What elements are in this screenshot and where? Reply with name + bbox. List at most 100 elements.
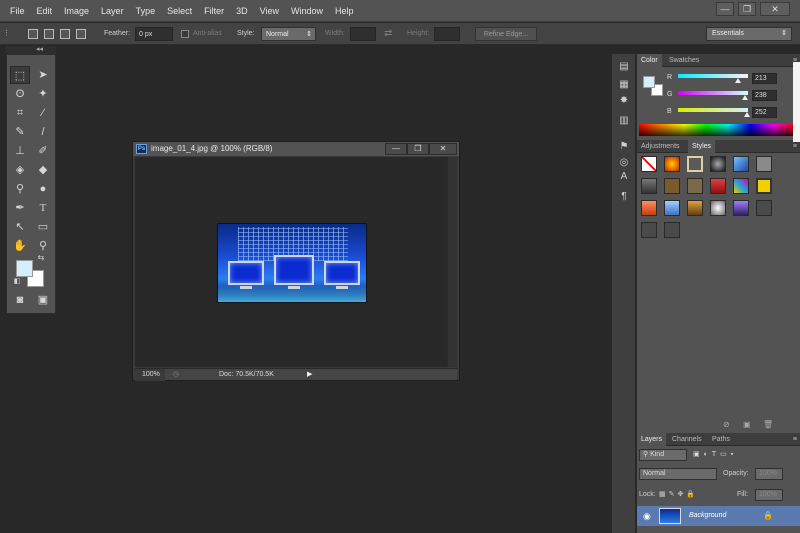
app-minimize-button[interactable]: — — [716, 2, 734, 16]
feather-input[interactable]: 0 px — [135, 27, 173, 41]
menu-type[interactable]: Type — [130, 0, 162, 22]
doc-minimize-button[interactable]: — — [385, 143, 407, 155]
style-swatch[interactable] — [756, 156, 772, 172]
style-swatch[interactable] — [733, 178, 749, 194]
tab-styles[interactable]: Styles — [688, 140, 716, 153]
g-slider[interactable] — [678, 91, 748, 95]
blend-mode-select[interactable]: Normal — [639, 468, 717, 480]
foreground-color-swatch[interactable] — [16, 260, 33, 277]
menu-filter[interactable]: Filter — [198, 0, 230, 22]
tool-presets-icon[interactable]: ◎ — [617, 156, 631, 170]
style-swatch[interactable] — [756, 200, 772, 216]
vertical-scrollbar[interactable] — [447, 157, 457, 367]
toolbar-header[interactable]: ◂◂ — [6, 46, 56, 54]
color-fg-chip[interactable] — [643, 76, 655, 88]
r-slider-thumb[interactable] — [735, 78, 741, 83]
document-image[interactable] — [217, 223, 367, 303]
character-panel-icon[interactable]: A — [617, 170, 631, 184]
brush-tool-icon[interactable]: / — [33, 123, 53, 141]
hand-tool-icon[interactable]: ✋ — [10, 237, 30, 255]
marquee-tool-icon[interactable]: ⬚ — [10, 66, 30, 84]
subtract-selection-icon[interactable] — [60, 29, 70, 39]
workspace-select[interactable]: Essentials ⇕ — [706, 27, 792, 41]
history-panel-icon[interactable]: ▤ — [617, 60, 631, 74]
add-selection-icon[interactable] — [44, 29, 54, 39]
status-menu-arrow-icon[interactable]: ▶ — [307, 369, 312, 381]
menu-3d[interactable]: 3D — [230, 0, 254, 22]
tab-color[interactable]: Color — [637, 54, 662, 67]
path-selection-icon[interactable]: ↖ — [10, 218, 30, 236]
tab-swatches[interactable]: Swatches — [665, 54, 703, 67]
clear-style-icon[interactable]: ⊘ — [723, 420, 730, 429]
type-tool-icon[interactable]: T — [33, 199, 53, 217]
style-select[interactable]: Normal ⇕ — [261, 27, 316, 41]
style-swatch-none[interactable] — [641, 156, 657, 172]
rectangle-tool-icon[interactable]: ▭ — [33, 218, 53, 236]
actions-panel-icon[interactable]: ✸ — [617, 94, 631, 108]
blur-tool-icon[interactable]: ⚲ — [10, 180, 30, 198]
move-tool-icon[interactable]: ➤ — [33, 66, 53, 84]
g-slider-thumb[interactable] — [742, 95, 748, 100]
style-swatch[interactable] — [641, 178, 657, 194]
crop-tool-icon[interactable]: ⌗ — [10, 104, 30, 122]
style-swatch[interactable] — [664, 178, 680, 194]
style-swatch[interactable] — [733, 200, 749, 216]
default-colors-icon[interactable]: ◧ — [12, 277, 22, 287]
menu-window[interactable]: Window — [285, 0, 329, 22]
r-value[interactable]: 213 — [752, 73, 777, 84]
collapse-icon[interactable]: ◂◂ — [36, 45, 43, 53]
menu-layer[interactable]: Layer — [95, 0, 130, 22]
menu-image[interactable]: Image — [58, 0, 95, 22]
tool-preset-icon[interactable]: ⋮ — [3, 27, 11, 41]
menu-select[interactable]: Select — [161, 0, 198, 22]
eyedropper-icon[interactable]: ⁄ — [33, 104, 53, 122]
antialias-checkbox[interactable] — [181, 30, 189, 38]
quick-mask-icon[interactable]: ◙ — [10, 291, 30, 309]
zoom-level[interactable]: 100% — [135, 369, 165, 381]
paragraph-panel-icon[interactable]: ¶ — [617, 190, 631, 204]
magic-wand-icon[interactable]: ✦ — [33, 85, 53, 103]
pen-tool-icon[interactable]: ✒ — [10, 199, 30, 217]
dodge-tool-icon[interactable]: ● — [33, 180, 53, 198]
style-swatch[interactable] — [710, 178, 726, 194]
style-swatch[interactable] — [710, 200, 726, 216]
swap-icon[interactable]: ⇄ — [384, 27, 392, 41]
menu-help[interactable]: Help — [329, 0, 360, 22]
eye-icon[interactable]: ◉ — [643, 511, 651, 522]
screen-mode-icon[interactable]: ▣ — [33, 291, 53, 309]
doc-restore-button[interactable]: ❐ — [407, 143, 429, 155]
doc-close-button[interactable]: ✕ — [429, 143, 457, 155]
refine-edge-button[interactable]: Refine Edge... — [475, 27, 537, 41]
status-icon[interactable]: ◷ — [173, 369, 179, 381]
new-selection-icon[interactable] — [28, 29, 38, 39]
lasso-tool-icon[interactable]: ʘ — [10, 85, 30, 103]
menu-file[interactable]: File — [4, 0, 31, 22]
style-swatch[interactable] — [664, 222, 680, 238]
document-title-bar[interactable]: Ps image_01_4.jpg @ 100% (RGB/8) — ❐ ✕ — [133, 142, 459, 156]
height-input[interactable] — [434, 27, 460, 41]
style-swatch[interactable] — [710, 156, 726, 172]
menu-edit[interactable]: Edit — [31, 0, 59, 22]
new-style-icon[interactable]: ▣ — [743, 420, 751, 429]
tab-channels[interactable]: Channels — [668, 433, 706, 446]
style-swatch[interactable] — [756, 178, 772, 194]
style-swatch[interactable] — [687, 178, 703, 194]
delete-style-icon[interactable]: 🗑 — [763, 420, 773, 429]
canvas-area[interactable] — [135, 157, 457, 367]
b-value[interactable]: 252 — [752, 107, 777, 118]
style-swatch[interactable] — [687, 156, 703, 172]
healing-brush-icon[interactable]: ✎ — [10, 123, 30, 141]
tab-layers[interactable]: Layers — [637, 433, 667, 446]
swap-colors-icon[interactable]: ⇆ — [35, 253, 47, 263]
layer-row-background[interactable]: ◉ Background 🔒 — [637, 506, 800, 526]
style-swatch[interactable] — [641, 200, 657, 216]
style-swatch[interactable] — [664, 200, 680, 216]
layer-filter-select[interactable]: ⚲ Kind — [639, 449, 687, 461]
style-swatch[interactable] — [733, 156, 749, 172]
clone-source-icon[interactable]: ⚑ — [617, 140, 631, 154]
layer-filter-icons[interactable]: ▣◐T▭▪ — [693, 448, 793, 462]
tab-adjustments[interactable]: Adjustments — [637, 140, 684, 153]
style-swatch[interactable] — [687, 200, 703, 216]
g-value[interactable]: 238 — [752, 90, 777, 101]
tab-paths[interactable]: Paths — [708, 433, 734, 446]
